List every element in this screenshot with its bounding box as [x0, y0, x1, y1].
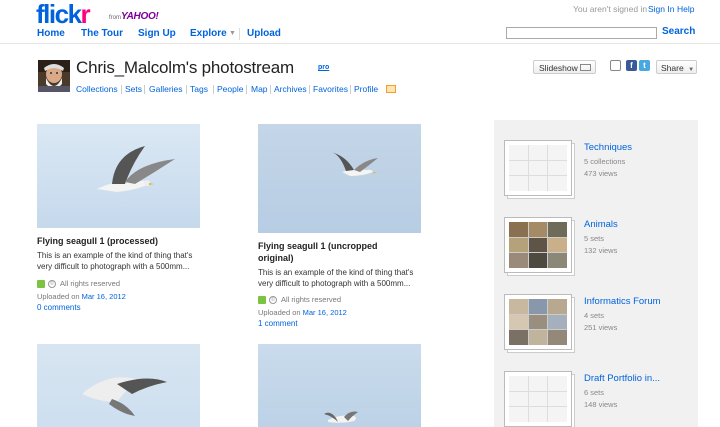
collection-thumbnail[interactable]: [504, 294, 576, 354]
chevron-down-icon: ▼: [688, 67, 695, 73]
email-share-icon[interactable]: [610, 60, 621, 71]
subnav-divider: [121, 85, 122, 94]
collection-thumbnail[interactable]: [504, 371, 576, 427]
slideshow-icon: [580, 64, 591, 71]
photo-title-line: original): [258, 253, 294, 263]
nav-upload[interactable]: Upload: [247, 28, 281, 39]
uploaded-prefix: Uploaded on: [258, 308, 301, 317]
nav-sign-up[interactable]: Sign Up: [138, 28, 176, 39]
license-icon: [37, 280, 45, 288]
slideshow-label: Slideshow: [539, 63, 578, 73]
share-button[interactable]: Share ▼: [656, 60, 697, 74]
subnav-divider: [270, 85, 271, 94]
photo-thumbnail[interactable]: [37, 344, 200, 427]
license-text: All rights reserved: [281, 295, 342, 304]
photo-title[interactable]: Flying seagull 1 (uncropped original): [258, 240, 378, 264]
collection-item[interactable]: Draft Portfolio in... 6 sets 148 views: [504, 371, 694, 427]
upload-info: Uploaded on Mar 16, 2012: [37, 292, 126, 301]
collection-views: 148 views: [584, 400, 618, 409]
twitter-icon[interactable]: t: [639, 60, 650, 71]
subnav-divider: [350, 85, 351, 94]
collection-views: 251 views: [584, 323, 618, 332]
license-text: All rights reserved: [60, 279, 121, 288]
facebook-icon[interactable]: f: [626, 60, 637, 71]
collection-title[interactable]: Draft Portfolio in...: [584, 373, 660, 384]
photo-thumbnail[interactable]: [258, 124, 421, 233]
collection-count: 4 sets: [584, 311, 605, 320]
flickr-logo[interactable]: flickr: [36, 1, 91, 27]
photo-description-line: very difficult to photograph with a 500m…: [37, 262, 190, 271]
photo-description: This is an example of the kind of thing …: [37, 250, 217, 272]
upload-date-link[interactable]: Mar 16, 2012: [303, 308, 347, 317]
yahoo-logo: YAHOO!: [121, 11, 159, 22]
photo-card: [258, 344, 421, 427]
subnav-archives[interactable]: Archives: [274, 84, 307, 94]
collection-title[interactable]: Animals: [584, 219, 618, 230]
photo-card: [37, 344, 200, 427]
collections-sidebar: Techniques 5 collections 473 views Anima…: [494, 120, 698, 427]
nav-home[interactable]: Home: [37, 28, 65, 39]
comments-link[interactable]: 0 comments: [37, 303, 81, 312]
upload-date-link[interactable]: Mar 16, 2012: [82, 292, 126, 301]
collection-views: 473 views: [584, 169, 618, 178]
photo-thumbnail[interactable]: [258, 344, 421, 427]
photo-description-line: This is an example of the kind of thing …: [37, 251, 193, 260]
collection-title[interactable]: Informatics Forum: [584, 296, 661, 307]
copyright-icon: ©: [269, 296, 277, 304]
collection-item[interactable]: Techniques 5 collections 473 views: [504, 140, 694, 208]
collection-views: 132 views: [584, 246, 618, 255]
collection-thumbnail[interactable]: [504, 140, 576, 200]
copyright-icon: ©: [48, 280, 56, 288]
nav-the-tour[interactable]: The Tour: [81, 28, 123, 39]
photo-thumbnail[interactable]: [37, 124, 200, 228]
photo-card: Flying seagull 1 (processed) This is an …: [37, 124, 217, 314]
subnav-divider: [246, 85, 247, 94]
subnav-divider: [213, 85, 214, 94]
collection-item[interactable]: Informatics Forum 4 sets 251 views: [504, 294, 694, 362]
avatar[interactable]: [38, 60, 70, 92]
subnav-divider: [144, 85, 145, 94]
logo-from-text: from: [109, 15, 121, 21]
collection-thumbnail[interactable]: [504, 217, 576, 277]
collection-count: 6 sets: [584, 388, 605, 397]
signin-status-text: You aren't signed in: [573, 4, 648, 14]
subnav-divider: [186, 85, 187, 94]
subnav-people[interactable]: People: [217, 84, 243, 94]
photo-description: This is an example of the kind of thing …: [258, 267, 438, 289]
mail-icon[interactable]: [386, 85, 396, 93]
photo-card: Flying seagull 1 (uncropped original) Th…: [258, 124, 448, 334]
uploaded-prefix: Uploaded on: [37, 292, 80, 301]
search-button[interactable]: Search: [662, 26, 695, 37]
page-title: Chris_Malcolm's photostream: [76, 58, 294, 77]
search-input[interactable]: [506, 27, 657, 39]
collection-count: 5 collections: [584, 157, 626, 166]
share-label: Share: [661, 63, 684, 73]
help-link[interactable]: Help: [677, 4, 694, 14]
subnav-divider: [309, 85, 310, 94]
pro-badge[interactable]: pro: [318, 64, 329, 71]
photo-title-line: Flying seagull 1 (uncropped: [258, 241, 378, 251]
slideshow-button[interactable]: Slideshow: [533, 60, 596, 74]
comments-link[interactable]: 1 comment: [258, 319, 298, 328]
photo-title[interactable]: Flying seagull 1 (processed): [37, 235, 158, 247]
photo-description-line: This is an example of the kind of thing …: [258, 268, 414, 277]
photo-description-line: very difficult to photograph with a 500m…: [258, 279, 411, 288]
sign-in-link[interactable]: Sign In: [648, 4, 674, 14]
subnav-favorites[interactable]: Favorites: [313, 84, 348, 94]
upload-info: Uploaded on Mar 16, 2012: [258, 308, 347, 317]
subnav-collections[interactable]: Collections: [76, 84, 118, 94]
top-bar: flickr from YAHOO! You aren't signed in …: [0, 0, 720, 44]
nav-explore[interactable]: Explore: [190, 28, 227, 39]
nav-divider: [239, 28, 240, 40]
subnav-tags[interactable]: Tags: [190, 84, 208, 94]
subnav-galleries[interactable]: Galleries: [149, 84, 183, 94]
subnav-map[interactable]: Map: [251, 84, 268, 94]
subnav-sets[interactable]: Sets: [125, 84, 142, 94]
subnav-profile[interactable]: Profile: [354, 84, 378, 94]
collection-item[interactable]: Animals 5 sets 132 views: [504, 217, 694, 285]
license-icon: [258, 296, 266, 304]
chevron-down-icon[interactable]: ▼: [229, 30, 236, 37]
collection-title[interactable]: Techniques: [584, 142, 632, 153]
collection-count: 5 sets: [584, 234, 605, 243]
